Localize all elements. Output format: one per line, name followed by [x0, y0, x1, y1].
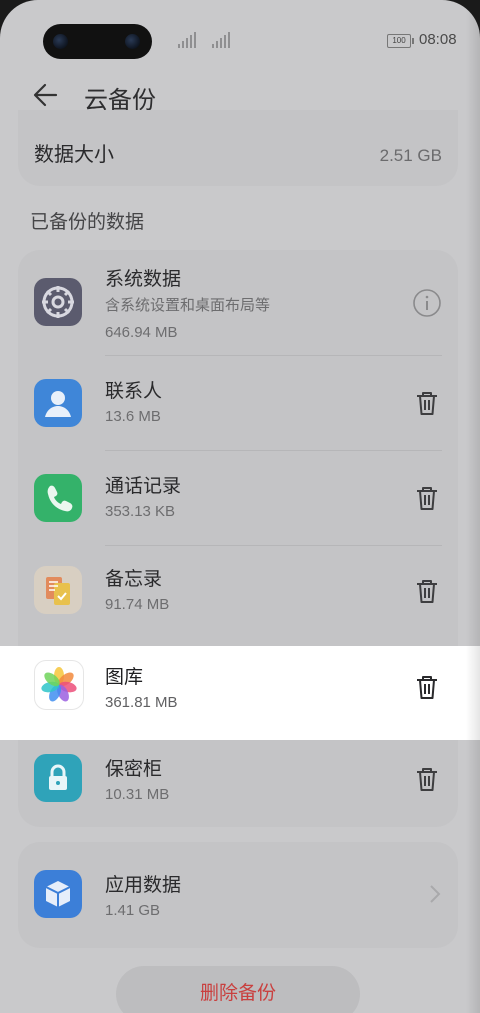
item-title: 联系人 [105, 381, 163, 402]
item-size: 91.74 MB [105, 596, 170, 613]
notepad-icon [34, 566, 82, 614]
item-size: 353.13 KB [105, 503, 176, 520]
chevron-right-icon [428, 882, 442, 906]
section-label: 已备份的数据 [30, 212, 145, 233]
lock-icon [34, 754, 82, 802]
trash-icon[interactable] [412, 388, 442, 418]
trash-icon[interactable] [412, 672, 442, 702]
item-title: 系统数据 [105, 269, 182, 290]
item-size: 361.81 MB [105, 694, 178, 711]
list-item-notepad[interactable]: 备忘录 91.74 MB [18, 546, 458, 640]
backup-list: 系统数据 含系统设置和桌面布局等 646.94 MB 联系人 13.6 MB 通… [18, 250, 458, 827]
item-title: 应用数据 [105, 875, 182, 896]
trash-icon[interactable] [412, 764, 442, 794]
gallery-icon [34, 660, 84, 710]
camera-cutout [43, 24, 152, 59]
delete-backup-button[interactable]: 删除备份 [116, 966, 360, 1013]
data-size-value: 2.51 GB [379, 146, 442, 165]
front-camera-icon [125, 34, 140, 49]
data-size-label: 数据大小 [34, 144, 114, 166]
list-item-contacts[interactable]: 联系人 13.6 MB [18, 356, 458, 450]
phone-screen: 100 08:08 云备份 数据大小 2.51 GB 已备份的数据 系统数据 含… [0, 0, 480, 1013]
item-title: 图库 [105, 667, 144, 688]
front-camera-icon [53, 34, 68, 49]
list-item-call-log[interactable]: 通话记录 353.13 KB [18, 451, 458, 545]
status-time: 08:08 [419, 31, 457, 48]
trash-icon[interactable] [412, 483, 442, 513]
item-title: 备忘录 [105, 569, 163, 590]
screen-edge-shadow [466, 0, 480, 1013]
list-item-safe[interactable]: 保密柜 10.31 MB [18, 740, 458, 827]
signal-icon [212, 30, 232, 48]
item-title: 保密柜 [105, 759, 163, 780]
item-subtitle: 含系统设置和桌面布局等 [105, 297, 271, 314]
item-size: 646.94 MB [105, 324, 178, 341]
battery-icon: 100 [387, 34, 414, 48]
item-size: 13.6 MB [105, 408, 161, 425]
item-title: 通话记录 [105, 476, 182, 497]
back-arrow-icon[interactable] [30, 78, 64, 112]
signal-icon [178, 30, 198, 48]
settings-gear-icon [34, 278, 82, 326]
info-icon[interactable] [412, 288, 442, 318]
trash-icon[interactable] [412, 576, 442, 606]
app-cube-icon [34, 870, 82, 918]
item-size: 1.41 GB [105, 902, 161, 919]
contacts-icon [34, 379, 82, 427]
item-size: 10.31 MB [105, 786, 170, 803]
phone-icon [34, 474, 82, 522]
app-data-card[interactable]: 应用数据 1.41 GB [18, 842, 458, 948]
list-item-system-data[interactable]: 系统数据 含系统设置和桌面布局等 646.94 MB [18, 250, 458, 355]
signal-strength [178, 30, 242, 48]
list-item-gallery[interactable]: 图库 361.81 MB [0, 646, 480, 740]
data-size-card: 数据大小 2.51 GB [18, 110, 458, 186]
